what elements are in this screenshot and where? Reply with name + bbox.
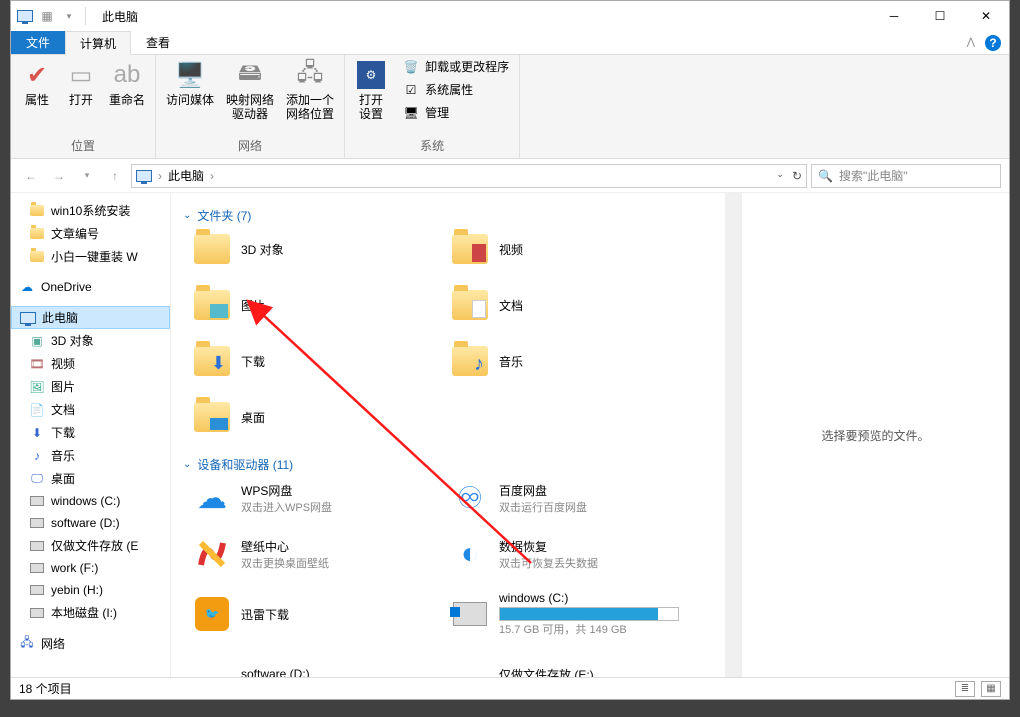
search-input[interactable]: 🔍 搜索"此电脑"	[811, 164, 1001, 188]
help-icon[interactable]: ?	[985, 35, 1001, 51]
open-icon: ▭	[65, 59, 97, 91]
group-system-label: 系统	[349, 135, 515, 156]
open-settings-button[interactable]: ⚙ 打开 设置	[349, 57, 393, 123]
navbar: ← → ▾ ↑ › 此电脑 › ⌄ ↻ 🔍 搜索"此电脑"	[11, 159, 1009, 193]
manage-button[interactable]: 🖥 管理	[397, 103, 515, 122]
manage-icon: 🖥	[403, 105, 419, 121]
refresh-button[interactable]: ↻	[792, 169, 802, 183]
nav-documents[interactable]: 📄文档	[11, 398, 170, 421]
group-network-label: 网络	[160, 135, 340, 156]
properties-icon: ✔	[21, 59, 53, 91]
drive-d[interactable]: software (D:)	[193, 655, 443, 677]
access-media-button[interactable]: 🖥️ 访问媒体	[160, 57, 220, 109]
qat-properties-icon[interactable]: ▦	[37, 6, 57, 26]
content-pane[interactable]: ⌄ 文件夹 (7) 3D 对象 视频 图片 文档 ⬇下载 ♪音乐 桌面 ⌄ 设备…	[171, 193, 725, 677]
folder-downloads[interactable]: ⬇下载	[193, 342, 443, 380]
map-drive-button[interactable]: 🖴 映射网络 驱动器	[220, 57, 280, 123]
preview-pane: 选择要预览的文件。	[741, 193, 1009, 677]
minimize-button[interactable]: ─	[871, 1, 917, 31]
section-folders-header[interactable]: ⌄ 文件夹 (7)	[175, 201, 721, 230]
nav-this-pc[interactable]: 此电脑	[11, 306, 170, 329]
folder-music[interactable]: ♪音乐	[451, 342, 701, 380]
address-dropdown-icon[interactable]: ⌄	[776, 169, 784, 183]
navigation-pane[interactable]: win10系统安装 文章编号 小白一键重装 W ☁OneDrive 此电脑 ▣3…	[11, 193, 171, 677]
open-button[interactable]: ▭ 打开	[59, 57, 103, 109]
folder-documents[interactable]: 文档	[451, 286, 701, 324]
drive-c-progress	[499, 607, 679, 621]
search-icon: 🔍	[818, 169, 833, 183]
rename-button[interactable]: ab 重命名	[103, 57, 151, 109]
nav-onedrive[interactable]: ☁OneDrive	[11, 276, 170, 298]
content-scrollbar[interactable]	[725, 193, 741, 677]
nav-videos[interactable]: 🎞视频	[11, 352, 170, 375]
maximize-button[interactable]: ☐	[917, 1, 963, 31]
nav-quick-item[interactable]: 文章编号	[11, 222, 170, 245]
statusbar: 18 个项目 ≣ ▦	[11, 677, 1009, 699]
details-view-button[interactable]: ≣	[955, 681, 975, 697]
nav-drive-f[interactable]: work (F:)	[11, 557, 170, 579]
nav-drive-c[interactable]: windows (C:)	[11, 490, 170, 512]
add-location-icon: 🖧	[294, 59, 326, 91]
map-drive-icon: 🖴	[234, 59, 266, 91]
settings-icon: ⚙	[355, 59, 387, 91]
tab-file[interactable]: 文件	[11, 31, 65, 54]
nav-quick-item[interactable]: win10系统安装	[11, 199, 170, 222]
titlebar: ▦ ▾ 此电脑 ─ ☐ ✕	[11, 1, 1009, 31]
sysprop-icon: ☑	[403, 82, 419, 98]
nav-drive-i[interactable]: 本地磁盘 (I:)	[11, 601, 170, 624]
folder-pictures[interactable]: 图片	[193, 286, 443, 324]
nav-downloads[interactable]: ⬇下载	[11, 421, 170, 444]
folder-videos[interactable]: 视频	[451, 230, 701, 268]
system-icon[interactable]	[15, 6, 35, 26]
nav-3d-objects[interactable]: ▣3D 对象	[11, 329, 170, 352]
nav-quick-item[interactable]: 小白一键重装 W	[11, 245, 170, 268]
recent-dropdown[interactable]: ▾	[75, 164, 99, 188]
nav-music[interactable]: ♪音乐	[11, 444, 170, 467]
add-location-button[interactable]: 🖧 添加一个 网络位置	[280, 57, 340, 123]
back-button[interactable]: ←	[19, 164, 43, 188]
up-button[interactable]: ↑	[103, 164, 127, 188]
drive-baidu[interactable]: ♾百度网盘双击运行百度网盘	[451, 479, 701, 517]
nav-drive-e[interactable]: 仅做文件存放 (E	[11, 534, 170, 557]
nav-network[interactable]: 🖧网络	[11, 632, 170, 655]
ribbon: ✔ 属性 ▭ 打开 ab 重命名 位置 🖥️ 访问媒体	[11, 55, 1009, 159]
qat-dropdown-icon[interactable]: ▾	[59, 6, 79, 26]
item-count: 18 个项目	[19, 680, 72, 697]
tab-view[interactable]: 查看	[131, 31, 185, 54]
media-icon: 🖥️	[174, 59, 206, 91]
group-location-label: 位置	[15, 135, 151, 156]
drive-wps[interactable]: ☁WPS网盘双击进入WPS网盘	[193, 479, 443, 517]
tab-computer[interactable]: 计算机	[65, 31, 131, 55]
ribbon-tabs: 文件 计算机 查看 ⋀ ?	[11, 31, 1009, 55]
nav-desktop[interactable]: 🖵桌面	[11, 467, 170, 490]
pc-icon	[136, 170, 152, 182]
drive-wallpaper[interactable]: 壁纸中心双击更换桌面壁纸	[193, 535, 443, 573]
nav-drive-h[interactable]: yebin (H:)	[11, 579, 170, 601]
uninstall-button[interactable]: 🗑️ 卸载或更改程序	[397, 57, 515, 76]
chevron-down-icon: ⌄	[183, 210, 191, 221]
ribbon-collapse-icon[interactable]: ⋀	[967, 37, 975, 48]
drive-recovery[interactable]: ◐数据恢复双击可恢复丢失数据	[451, 535, 701, 573]
chevron-down-icon: ⌄	[183, 459, 191, 470]
drive-xunlei[interactable]: 🐦迅雷下载	[193, 591, 443, 637]
tiles-view-button[interactable]: ▦	[981, 681, 1001, 697]
uninstall-icon: 🗑️	[403, 59, 419, 75]
system-properties-button[interactable]: ☑ 系统属性	[397, 80, 515, 99]
close-button[interactable]: ✕	[963, 1, 1009, 31]
folder-desktop[interactable]: 桌面	[193, 398, 443, 436]
address-bar[interactable]: › 此电脑 › ⌄ ↻	[131, 164, 807, 188]
drive-e[interactable]: 仅做文件存放 (E:)	[451, 655, 701, 677]
window-title: 此电脑	[102, 8, 138, 25]
nav-drive-d[interactable]: software (D:)	[11, 512, 170, 534]
drive-c[interactable]: windows (C:)15.7 GB 可用，共 149 GB	[451, 591, 701, 637]
properties-button[interactable]: ✔ 属性	[15, 57, 59, 109]
breadcrumb-root[interactable]: 此电脑	[168, 167, 204, 184]
section-drives-header[interactable]: ⌄ 设备和驱动器 (11)	[175, 450, 721, 479]
forward-button[interactable]: →	[47, 164, 71, 188]
rename-icon: ab	[111, 59, 143, 91]
folder-3d-objects[interactable]: 3D 对象	[193, 230, 443, 268]
nav-pictures[interactable]: 🖼图片	[11, 375, 170, 398]
